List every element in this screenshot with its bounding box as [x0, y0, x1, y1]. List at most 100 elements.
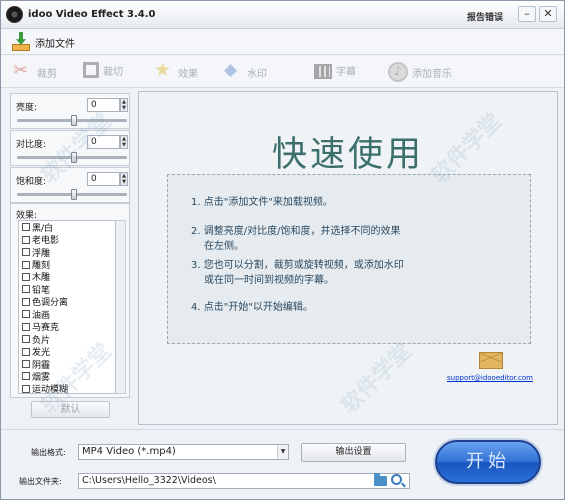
search-icon[interactable]	[391, 474, 402, 485]
contrast-slider-thumb[interactable]	[71, 152, 78, 163]
step-3: 3. 您也可以分割，裁剪或旋转视频，或添加水印	[191, 260, 404, 271]
checkbox[interactable]	[22, 248, 30, 257]
add-music-button[interactable]: 添加音乐	[388, 62, 452, 82]
output-bar: 输出格式: MP4 Video (*.mp4) ▼ 输出设置 输出文件夹: C:…	[1, 429, 564, 499]
effect-item[interactable]: 阴霾	[19, 358, 115, 371]
close-button[interactable]: ✕	[539, 6, 557, 22]
preview-area: 快速使用 1. 点击"添加文件"来加载视频。 2. 调整亮度/对比度/饱和度，并…	[138, 91, 558, 425]
chevron-down-icon[interactable]: ▼	[277, 445, 288, 459]
add-file-button[interactable]: 添加文件	[11, 32, 75, 52]
output-folder-field[interactable]: C:\Users\Hello_3322\Videos\	[78, 473, 410, 489]
trim-button[interactable]: 裁剪	[13, 60, 57, 82]
step-1: 1. 点击"添加文件"来加载视频。	[191, 197, 333, 208]
add-file-icon	[11, 32, 31, 52]
saturation-label: 饱和度:	[16, 177, 47, 187]
quick-start-title: 快速使用	[271, 135, 424, 175]
output-settings-button[interactable]: 输出设置	[301, 443, 406, 462]
report-error-link[interactable]: 报告错误	[467, 10, 503, 23]
checkbox[interactable]	[22, 384, 30, 393]
edit-toolbar: 裁剪 裁切 效果 水印 字幕 添加音乐	[1, 56, 564, 88]
effect-label: 浮雕	[32, 248, 51, 259]
effect-label: 马赛克	[32, 323, 60, 334]
checkbox[interactable]	[22, 310, 30, 319]
output-folder-label: 输出文件夹:	[19, 477, 62, 486]
scissors-icon	[13, 60, 33, 82]
effect-item[interactable]: 雕刻	[19, 258, 115, 272]
crop-label: 裁切	[103, 66, 123, 78]
minimize-button[interactable]: –	[518, 6, 536, 22]
effect-item[interactable]: 马赛克	[19, 321, 115, 333]
effect-label: 黑/白	[32, 223, 54, 234]
checkbox[interactable]	[22, 260, 30, 269]
checkbox[interactable]	[22, 322, 30, 331]
crop-button[interactable]: 裁切	[83, 62, 123, 78]
checkbox[interactable]	[22, 235, 30, 244]
brightness-group: 亮度: 0 ▲ ▼	[10, 93, 130, 129]
output-format-label: 输出格式:	[31, 448, 66, 457]
trim-label: 裁剪	[37, 68, 57, 80]
effect-label: 雕刻	[32, 261, 51, 272]
effect-item[interactable]: 油画	[19, 308, 115, 321]
brightness-input[interactable]: 0	[87, 98, 120, 112]
add-music-label: 添加音乐	[412, 68, 452, 80]
adjust-panel: 亮度: 0 ▲ ▼ 对比度: 0 ▲ ▼ 饱和度: 0 ▲ ▼ 效果: 黑/白 老电影…	[8, 91, 133, 424]
checkbox[interactable]	[22, 285, 30, 294]
contrast-label: 对比度:	[16, 140, 47, 150]
effect-label: 油画	[32, 310, 51, 321]
checkbox[interactable]	[22, 272, 30, 281]
effect-item[interactable]: 烟雾	[19, 370, 115, 383]
checkbox[interactable]	[22, 297, 30, 306]
watermark-icon	[223, 60, 243, 82]
brightness-slider-thumb[interactable]	[71, 115, 78, 126]
checkbox[interactable]	[22, 372, 30, 381]
effect-button[interactable]: 效果	[154, 59, 198, 82]
effect-item[interactable]: 木雕	[19, 271, 115, 283]
effect-label: 负片	[32, 335, 51, 346]
folder-icon[interactable]	[374, 473, 387, 486]
saturation-slider-thumb[interactable]	[71, 189, 78, 200]
contrast-input[interactable]: 0	[87, 135, 120, 149]
app-window: idoo Video Effect 3.4.0 报告错误 – ✕ 添加文件 裁剪…	[0, 0, 565, 500]
effect-item[interactable]: 负片	[19, 333, 115, 346]
effect-item[interactable]: 色调分离	[19, 296, 115, 308]
effect-item[interactable]: 老电影	[19, 233, 115, 247]
watermark-button[interactable]: 水印	[223, 60, 267, 82]
effect-item[interactable]: 浮雕	[19, 246, 115, 259]
support-email-link[interactable]: support@idooeditor.com	[447, 374, 533, 382]
subtitle-icon	[314, 64, 332, 79]
default-button[interactable]: 默认	[31, 401, 110, 418]
effects-scrollbar[interactable]	[116, 220, 126, 394]
contrast-spinner[interactable]: ▲ ▼	[120, 135, 128, 149]
output-format-select[interactable]: MP4 Video (*.mp4)	[78, 444, 289, 460]
envelope-icon[interactable]	[479, 352, 503, 369]
start-button[interactable]: 开始	[435, 440, 541, 484]
effect-label: 老电影	[32, 236, 60, 247]
quick-start-guide: 1. 点击"添加文件"来加载视频。 2. 调整亮度/对比度/饱和度，并选择不同的…	[167, 174, 531, 344]
effect-item[interactable]: 运动模糊	[19, 383, 115, 394]
effects-group: 效果: 黑/白 老电影 浮雕 雕刻 木雕 铅笔 色调分离 油画 马赛克 负片 发…	[10, 203, 130, 398]
title-bar: idoo Video Effect 3.4.0 报告错误 – ✕	[1, 1, 564, 29]
star-icon	[154, 59, 174, 82]
effect-item[interactable]: 黑/白	[19, 221, 115, 234]
file-toolbar: 添加文件	[1, 29, 564, 55]
checkbox[interactable]	[22, 360, 30, 369]
checkbox[interactable]	[22, 347, 30, 356]
step-2-cont: 在左侧。	[204, 241, 244, 252]
effect-item[interactable]: 发光	[19, 345, 115, 358]
effect-label: 效果	[178, 68, 198, 80]
step-2: 2. 调整亮度/对比度/饱和度，并选择不同的效果	[191, 226, 401, 237]
brightness-spinner[interactable]: ▲ ▼	[120, 98, 128, 112]
effect-label: 木雕	[32, 273, 51, 284]
effect-label: 色调分离	[32, 298, 69, 309]
effect-label: 运动模糊	[32, 385, 69, 394]
step-4: 4. 点击"开始"以开始编辑。	[191, 302, 313, 313]
checkbox[interactable]	[22, 335, 30, 344]
saturation-input[interactable]: 0	[87, 172, 120, 186]
subtitle-button[interactable]: 字幕	[314, 62, 356, 79]
effect-item[interactable]: 铅笔	[19, 283, 115, 296]
saturation-spinner[interactable]: ▲ ▼	[120, 172, 128, 186]
checkbox[interactable]	[22, 223, 30, 232]
music-icon	[388, 62, 408, 82]
effect-label: 铅笔	[32, 285, 51, 296]
effect-label: 烟雾	[32, 372, 51, 383]
